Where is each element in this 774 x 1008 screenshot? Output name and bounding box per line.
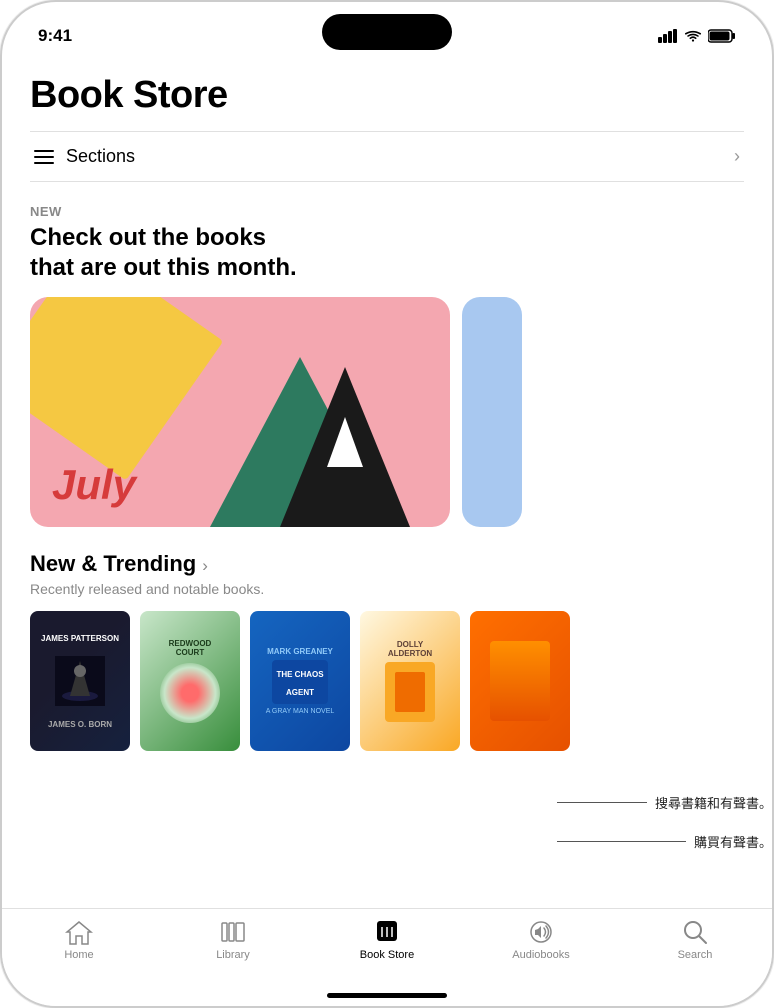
page-title: Book Store bbox=[30, 74, 744, 117]
featured-cards-wrapper: July bbox=[30, 297, 744, 527]
banner-tag: NEW bbox=[30, 204, 744, 219]
tab-library-label: Library bbox=[216, 949, 250, 961]
card-illustration: July bbox=[30, 297, 450, 527]
tab-home-label: Home bbox=[64, 949, 93, 961]
annotation-2-text: 購買有聲書。 bbox=[694, 832, 772, 851]
dynamic-island bbox=[322, 14, 452, 50]
featured-card-july[interactable]: July bbox=[30, 297, 450, 527]
sections-left: Sections bbox=[34, 146, 135, 167]
home-indicator bbox=[327, 993, 447, 998]
main-content: Book Store Sections › NEW Check out the … bbox=[2, 56, 772, 769]
book-cover-2[interactable]: REDWOOD COURT bbox=[140, 611, 240, 751]
book-cover-3[interactable]: MARK GREANEY THE CHAOS AGENT A GRAY MAN … bbox=[250, 611, 350, 751]
sections-label: Sections bbox=[66, 146, 135, 167]
battery-icon bbox=[708, 29, 736, 43]
trending-section: New & Trending › Recently released and n… bbox=[30, 551, 744, 751]
book-1-art bbox=[50, 651, 110, 711]
banner-headline: Check out the booksthat are out this mon… bbox=[30, 223, 744, 283]
annotation-1: 搜尋書籍和有聲書。 bbox=[557, 793, 772, 812]
featured-card-partial bbox=[462, 297, 522, 527]
trending-header: New & Trending › bbox=[30, 551, 744, 577]
tab-library[interactable]: Library bbox=[183, 919, 283, 961]
status-icons bbox=[658, 29, 736, 43]
card-yellow-shape bbox=[30, 297, 223, 480]
signal-icon bbox=[658, 29, 678, 43]
annotation-2: 購買有聲書。 bbox=[557, 832, 772, 851]
tab-audiobooks[interactable]: Audiobooks bbox=[491, 919, 591, 961]
wifi-icon bbox=[684, 29, 702, 43]
phone-frame: 9:41 Boo bbox=[0, 0, 774, 1008]
trending-subtitle: Recently released and notable books. bbox=[30, 581, 744, 597]
tab-bookstore[interactable]: Book Store bbox=[337, 919, 437, 961]
tab-home[interactable]: Home bbox=[29, 919, 129, 961]
book-cover-1[interactable]: JAMES PATTERSON JAMES O. BORN bbox=[30, 611, 130, 751]
book-cover-5[interactable] bbox=[470, 611, 570, 751]
annotation-1-text: 搜尋書籍和有聲書。 bbox=[655, 793, 772, 812]
trending-chevron: › bbox=[202, 556, 208, 576]
banner-section: NEW Check out the booksthat are out this… bbox=[30, 204, 744, 527]
bookstore-icon bbox=[373, 919, 401, 945]
tab-audiobooks-label: Audiobooks bbox=[512, 949, 570, 961]
sections-chevron: › bbox=[734, 146, 740, 167]
library-icon bbox=[219, 919, 247, 945]
books-row: JAMES PATTERSON JAMES O. BORN bbox=[30, 611, 744, 751]
book-cover-4[interactable]: DOLLY ALDERTON bbox=[360, 611, 460, 751]
status-time: 9:41 bbox=[38, 26, 72, 46]
annotations: 搜尋書籍和有聲書。 購買有聲書。 bbox=[557, 793, 772, 851]
tab-search-label: Search bbox=[678, 949, 713, 961]
audiobooks-icon bbox=[527, 919, 555, 945]
tab-search[interactable]: Search bbox=[645, 919, 745, 961]
tab-bar: Home Library Book Store bbox=[2, 908, 772, 1006]
hamburger-icon bbox=[34, 150, 54, 164]
trending-title: New & Trending bbox=[30, 551, 196, 577]
tab-bookstore-label: Book Store bbox=[360, 949, 414, 961]
sections-row[interactable]: Sections › bbox=[30, 131, 744, 182]
card-july-text: July bbox=[52, 461, 136, 509]
home-icon bbox=[65, 919, 93, 945]
search-icon bbox=[681, 919, 709, 945]
